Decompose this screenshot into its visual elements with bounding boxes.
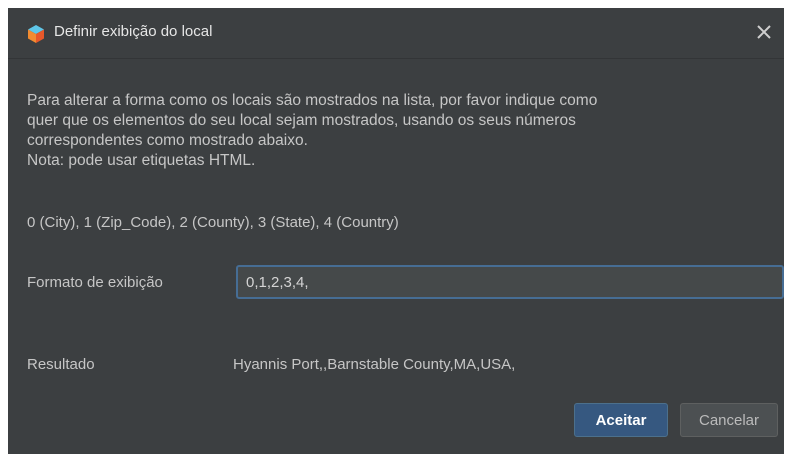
dialog-content: Para alterar a forma como os locais são … [8,59,784,454]
instructions-text: Para alterar a forma como os locais são … [27,91,767,171]
format-label: Formato de exibição [27,274,163,291]
app-cube-icon [28,25,44,43]
result-label: Resultado [27,356,95,373]
field-codes-legend: 0 (City), 1 (Zip_Code), 2 (County), 3 (S… [27,214,399,231]
result-preview: Hyannis Port,,Barnstable County,MA,USA, [233,356,516,373]
close-button[interactable] [752,20,776,44]
instructions-note: Nota: pode usar etiquetas HTML. [27,152,256,169]
format-input[interactable] [236,265,784,299]
instructions-line: Para alterar a forma como os locais são … [27,92,598,109]
instructions-line: correspondentes como mostrado abaixo. [27,132,308,149]
dialog-title: Definir exibição do local [54,23,213,40]
instructions-line: quer que os elementos do seu local sejam… [27,112,576,129]
location-display-dialog: Definir exibição do local Para alterar a… [8,8,784,454]
title-bar[interactable]: Definir exibição do local [8,8,784,59]
cancel-button[interactable]: Cancelar [680,403,778,437]
accept-button[interactable]: Aceitar [574,403,668,437]
close-icon [757,25,771,39]
